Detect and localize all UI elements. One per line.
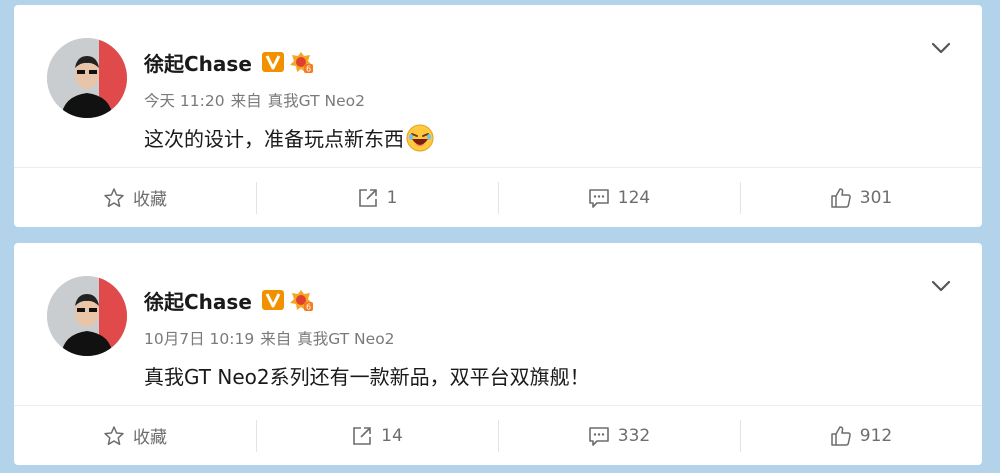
chevron-down-icon[interactable] (930, 279, 952, 293)
post-actions: 收藏 1 124 301 (14, 168, 982, 227)
user-name-row: 徐起Chase 6 (144, 47, 314, 77)
user-name[interactable]: 徐起Chase (144, 48, 252, 77)
chevron-down-icon[interactable] (930, 41, 952, 55)
svg-text:6: 6 (306, 303, 311, 312)
comment-count: 124 (617, 187, 651, 208)
like-count: 301 (859, 187, 893, 208)
user-level-icon: 6 (289, 290, 313, 312)
avatar[interactable] (47, 38, 127, 118)
comment-button[interactable]: 124 (498, 168, 740, 227)
laughing-emoji-icon (406, 124, 434, 151)
post-meta: 10月7日 10:19 来自 真我GT Neo2 (144, 327, 401, 349)
avatar[interactable] (47, 276, 127, 356)
repost-button[interactable]: 14 (256, 406, 498, 465)
verified-v-icon (261, 290, 284, 310)
like-button[interactable]: 912 (740, 406, 982, 465)
post-content: 真我GT Neo2系列还有一款新品，双平台双旗舰！ (144, 361, 590, 390)
share-arrow-icon (358, 188, 377, 207)
comment-bubble-icon (588, 188, 609, 208)
repost-count: 1 (386, 187, 398, 208)
weibo-post-card: 徐起Chase 6 今天 11:20 来自 真我GT Neo2 这次的设计，准备玩点… (14, 5, 982, 227)
comment-bubble-icon (588, 426, 609, 446)
post-source: 真我GT Neo2 (267, 92, 365, 110)
favorite-button[interactable]: 收藏 (14, 168, 256, 227)
star-icon (104, 187, 124, 207)
share-arrow-icon (353, 426, 371, 445)
post-text: 这次的设计，准备玩点新东西 (144, 127, 404, 151)
repost-button[interactable]: 1 (256, 168, 498, 227)
star-icon (104, 425, 124, 445)
post-time[interactable]: 10月7日 10:19 (144, 330, 254, 348)
post-text: 真我GT Neo2系列还有一款新品，双平台双旗舰！ (144, 365, 590, 389)
thumbs-up-icon (831, 187, 851, 208)
user-level-icon: 6 (289, 52, 313, 74)
user-name-row: 徐起Chase 6 (144, 285, 314, 315)
repost-count: 14 (381, 425, 403, 446)
post-meta: 今天 11:20 来自 真我GT Neo2 (144, 89, 371, 111)
post-source: 真我GT Neo2 (297, 330, 395, 348)
comment-button[interactable]: 332 (498, 406, 740, 465)
like-count: 912 (859, 425, 893, 446)
favorite-button[interactable]: 收藏 (14, 406, 256, 465)
thumbs-up-icon (831, 425, 851, 446)
like-button[interactable]: 301 (740, 168, 982, 227)
user-name[interactable]: 徐起Chase (144, 286, 252, 315)
source-prefix: 来自 (230, 92, 262, 110)
post-time[interactable]: 今天 11:20 (144, 92, 225, 110)
post-actions: 收藏 14 332 912 (14, 406, 982, 465)
favorite-label: 收藏 (133, 190, 167, 210)
svg-text:6: 6 (306, 65, 311, 74)
verified-v-icon (261, 52, 284, 72)
source-prefix: 来自 (260, 330, 292, 348)
weibo-post-card: 徐起Chase 6 10月7日 10:19 来自 真我GT Neo2 真我GT Ne… (14, 243, 982, 465)
post-content: 这次的设计，准备玩点新东西 (144, 123, 434, 152)
favorite-label: 收藏 (133, 428, 167, 448)
comment-count: 332 (617, 425, 651, 446)
